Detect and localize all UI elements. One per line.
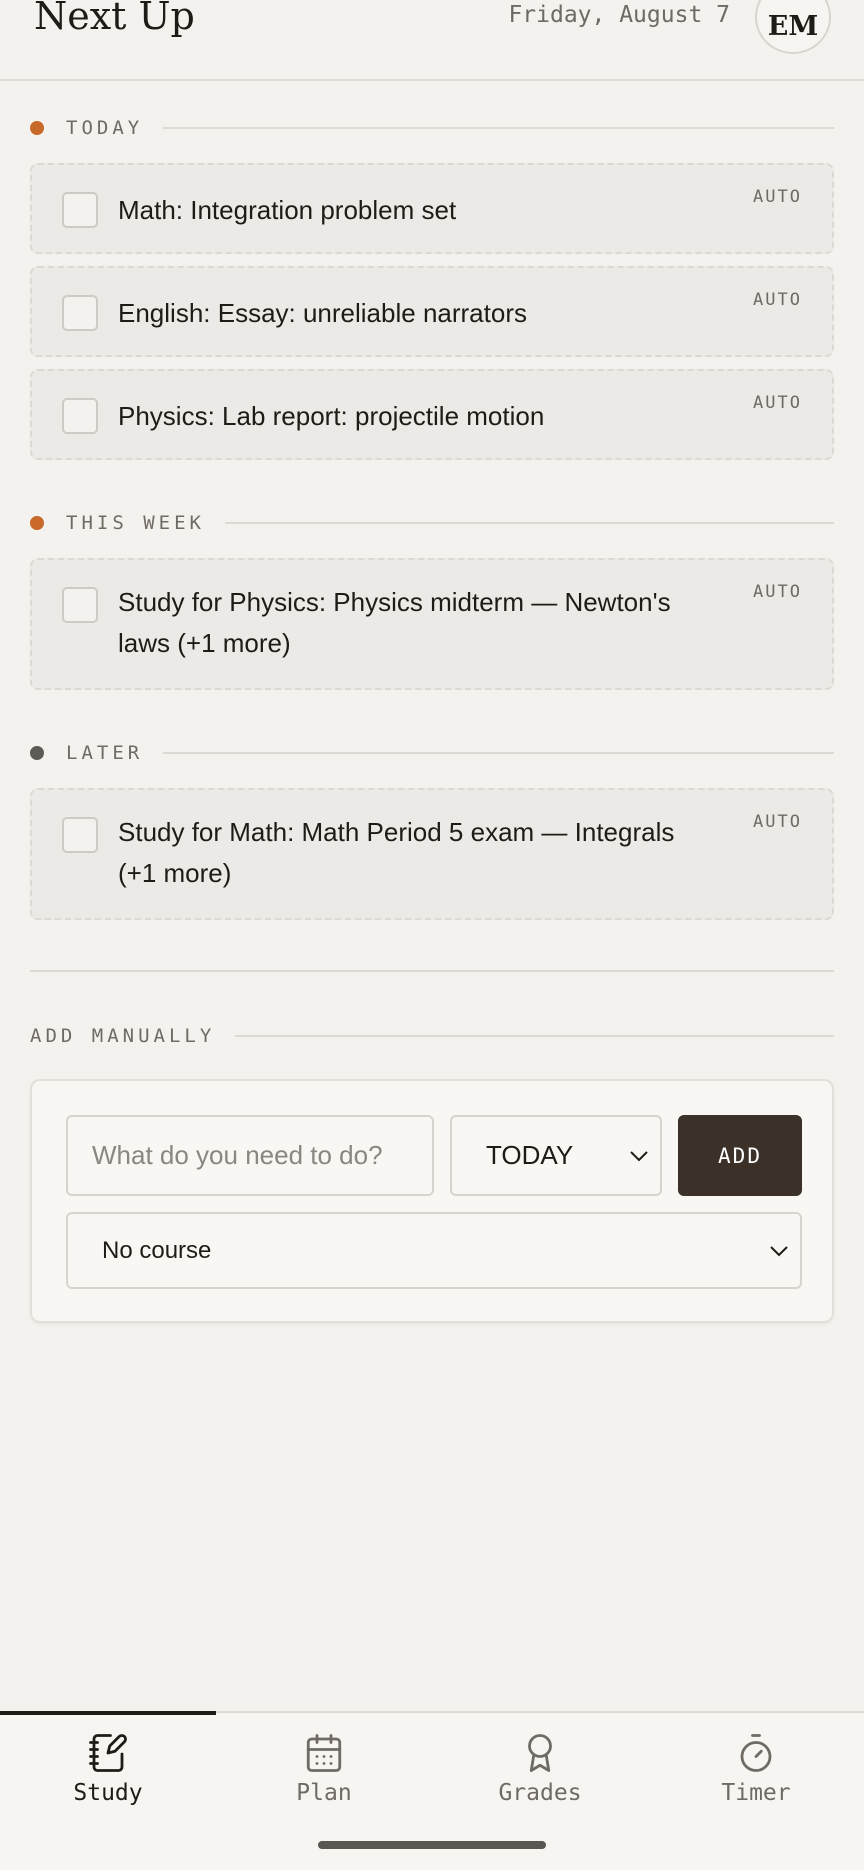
tab-plan[interactable]: Plan (216, 1713, 432, 1843)
task-item[interactable]: Physics: Lab report: projectile motion A… (30, 369, 834, 460)
task-title: Math: Integration problem set (118, 195, 457, 225)
avatar[interactable]: EM (755, 0, 831, 54)
tab-study[interactable]: Study (0, 1711, 216, 1843)
tab-label: Plan (296, 1780, 352, 1806)
task-checkbox[interactable] (62, 192, 98, 228)
app-header: Next Up Friday, August 7 EM (0, 0, 864, 81)
section-rule (235, 1035, 834, 1037)
when-select-value: TODAY (486, 1140, 574, 1170)
home-indicator (318, 1841, 546, 1849)
auto-badge: AUTO (753, 582, 802, 602)
task-checkbox[interactable] (62, 587, 98, 623)
course-select[interactable]: No course (66, 1212, 802, 1289)
auto-badge: AUTO (753, 393, 802, 413)
tab-label: Timer (721, 1780, 791, 1806)
notebook-pen-icon (89, 1734, 127, 1772)
section-header-this-week: THIS WEEK (30, 511, 834, 535)
task-item[interactable]: Study for Physics: Physics midterm — New… (30, 558, 834, 690)
section-header-today: TODAY (30, 116, 834, 140)
later-dot (30, 746, 44, 760)
section-header-later: LATER (30, 741, 834, 765)
task-checkbox[interactable] (62, 398, 98, 434)
section-header-add-manually: ADD MANUALLY (30, 1024, 834, 1048)
add-button[interactable]: ADD (678, 1115, 802, 1196)
task-title: Study for Physics: Physics midterm — New… (118, 587, 671, 658)
calendar-icon (306, 1734, 342, 1772)
section-label: ADD MANUALLY (30, 1025, 216, 1047)
award-ribbon-icon (528, 1734, 552, 1772)
tab-label: Grades (498, 1780, 582, 1806)
chevron-down-icon (770, 1245, 788, 1256)
task-item[interactable]: Study for Math: Math Period 5 exam — Int… (30, 788, 834, 920)
task-title: Physics: Lab report: projectile motion (118, 401, 545, 431)
today-dot (30, 121, 44, 135)
tab-label: Study (73, 1780, 143, 1806)
divider (30, 970, 834, 972)
auto-badge: AUTO (753, 812, 802, 832)
task-item[interactable]: Math: Integration problem set AUTO (30, 163, 834, 254)
chevron-down-icon (630, 1150, 648, 1161)
section-label: TODAY (66, 117, 144, 139)
add-task-card: TODAY ADD No course (30, 1079, 834, 1323)
when-select[interactable]: TODAY (450, 1115, 662, 1196)
task-item[interactable]: English: Essay: unreliable narrators AUT… (30, 266, 834, 357)
this-week-dot (30, 516, 44, 530)
tab-timer[interactable]: Timer (648, 1713, 864, 1843)
task-checkbox[interactable] (62, 817, 98, 853)
section-label: LATER (66, 742, 144, 764)
section-label: THIS WEEK (66, 512, 205, 534)
task-checkbox[interactable] (62, 295, 98, 331)
auto-badge: AUTO (753, 187, 802, 207)
task-title: English: Essay: unreliable narrators (118, 298, 527, 328)
task-title: Study for Math: Math Period 5 exam — Int… (118, 817, 675, 888)
task-input[interactable] (66, 1115, 434, 1196)
section-rule (163, 752, 834, 754)
section-rule (224, 522, 834, 524)
stopwatch-icon (740, 1734, 772, 1772)
section-rule (163, 127, 834, 129)
course-select-value: No course (102, 1236, 212, 1264)
auto-badge: AUTO (753, 290, 802, 310)
tab-grades[interactable]: Grades (432, 1713, 648, 1843)
current-date: Friday, August 7 (508, 2, 730, 28)
page-title: Next Up (34, 0, 195, 38)
